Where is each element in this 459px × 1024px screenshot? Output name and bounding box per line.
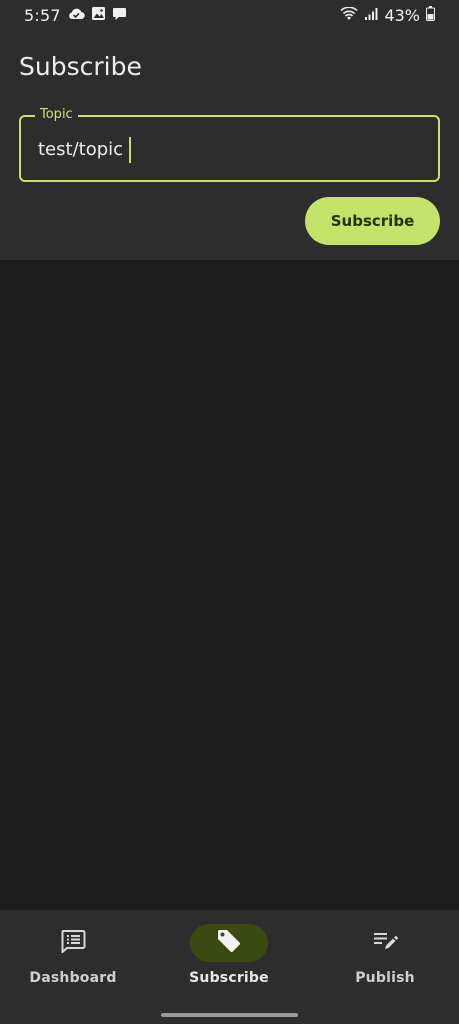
battery-percent: 43% (384, 5, 420, 25)
dashboard-icon (60, 929, 86, 957)
chat-bubble-icon (112, 6, 127, 25)
nav-dashboard[interactable]: Dashboard (3, 924, 143, 1004)
topic-input[interactable] (38, 135, 418, 163)
nav-publish-label: Publish (355, 970, 415, 986)
image-icon (91, 6, 106, 25)
topic-label: Topic (35, 107, 78, 122)
nav-dashboard-icon-wrap (34, 924, 112, 962)
signal-icon (364, 6, 378, 25)
cloud-icon (67, 6, 85, 25)
publish-icon (372, 929, 398, 957)
battery-icon (426, 5, 435, 25)
status-time: 5:57 (24, 5, 61, 25)
status-left: 5:57 (24, 6, 127, 25)
nav-publish[interactable]: Publish (315, 924, 455, 1004)
gesture-handle[interactable] (161, 1013, 298, 1017)
text-caret (129, 137, 131, 163)
tag-icon (216, 928, 242, 958)
nav-subscribe-icon-wrap (190, 924, 268, 962)
bottom-navigation: Dashboard Subscribe Publish (0, 910, 459, 1024)
status-bar: 5:57 43% (0, 0, 459, 30)
topic-field[interactable]: Topic (19, 107, 440, 182)
nav-subscribe[interactable]: Subscribe (159, 924, 299, 1004)
status-right: 43% (340, 5, 435, 25)
subscribe-button[interactable]: Subscribe (305, 197, 440, 245)
page-title: Subscribe (19, 52, 142, 81)
wifi-icon (340, 6, 358, 25)
subscriptions-content (0, 260, 459, 910)
nav-subscribe-label: Subscribe (189, 970, 269, 986)
nav-dashboard-label: Dashboard (29, 970, 117, 986)
nav-publish-icon-wrap (346, 924, 424, 962)
